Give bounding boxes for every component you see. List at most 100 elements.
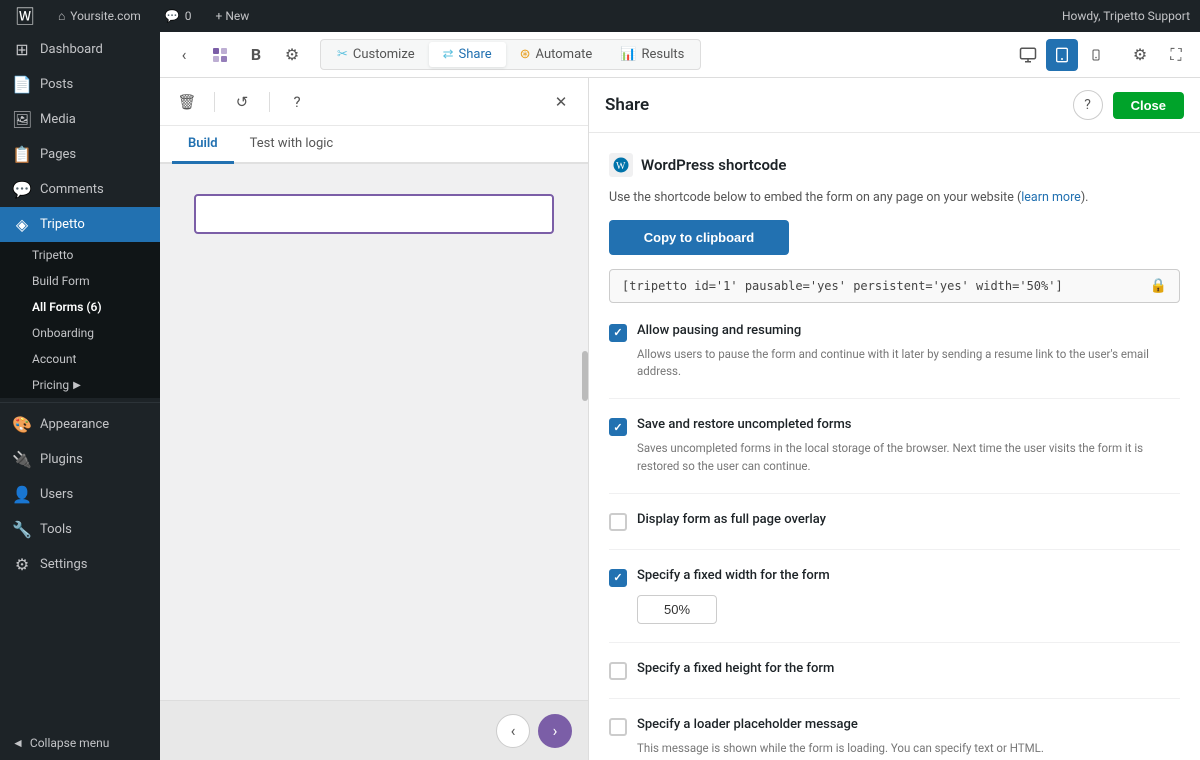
- results-tab[interactable]: 📊 Results: [606, 42, 698, 67]
- checkbox-full-page[interactable]: [609, 513, 627, 531]
- new-content-link[interactable]: + New: [210, 0, 256, 32]
- share-panel: Share ? Close W WordPress shortcode: [588, 78, 1200, 760]
- lock-icon[interactable]: 🔒: [1150, 278, 1167, 294]
- next-icon: ›: [553, 721, 558, 740]
- share-help-button[interactable]: ?: [1073, 90, 1103, 120]
- share-header: Share ? Close: [589, 78, 1200, 133]
- site-link[interactable]: ⌂ Yoursite.com: [52, 0, 147, 32]
- sidebar-item-comments[interactable]: 💬 Comments: [0, 172, 160, 207]
- pricing-arrow-icon: ▶: [73, 380, 81, 391]
- admin-bar: 🅆 ⌂ Yoursite.com 💬 0 + New Howdy, Tripet…: [0, 0, 1200, 32]
- width-input-row: [637, 595, 1180, 624]
- canvas-bottom: ‹ ›: [160, 700, 588, 760]
- option-label-loader-msg: Specify a loader placeholder message: [637, 717, 858, 732]
- prev-page-button[interactable]: ‹: [496, 714, 530, 748]
- customize-tab[interactable]: ✂ Customize: [323, 42, 429, 67]
- checkbox-save-restore[interactable]: [609, 418, 627, 436]
- tablet-icon: [1054, 46, 1070, 64]
- option-label-save-restore: Save and restore uncompleted forms: [637, 417, 851, 432]
- sidebar-item-users[interactable]: 👤 Users: [0, 477, 160, 512]
- learn-more-link[interactable]: learn more: [1021, 190, 1081, 205]
- option-divider-1: [609, 398, 1180, 399]
- share-icon: ⇄: [443, 47, 454, 62]
- undo-button[interactable]: ↺: [227, 87, 257, 117]
- option-desc-save-restore: Saves uncompleted forms in the local sto…: [637, 440, 1180, 475]
- sidebar-item-pricing[interactable]: Pricing ▶: [12, 372, 160, 398]
- checkbox-loader-msg[interactable]: [609, 718, 627, 736]
- tripetto-logo-button[interactable]: [204, 39, 236, 71]
- canvas-content: [160, 164, 588, 700]
- share-tab[interactable]: ⇄ Share: [429, 42, 506, 67]
- appearance-icon: 🎨: [12, 415, 32, 434]
- automate-icon: ⊛: [520, 47, 531, 62]
- media-icon: 🖼: [12, 110, 32, 129]
- checkbox-fixed-height[interactable]: [609, 662, 627, 680]
- dashboard-icon: ⊞: [12, 40, 32, 59]
- sidebar-item-settings[interactable]: ⚙ Settings: [0, 547, 160, 582]
- shortcode-section: W WordPress shortcode Use the shortcode …: [609, 153, 1180, 303]
- builder-button[interactable]: B: [240, 39, 272, 71]
- tablet-view-button[interactable]: [1046, 39, 1078, 71]
- more-settings-button[interactable]: ⚙: [1124, 39, 1156, 71]
- option-divider-2: [609, 493, 1180, 494]
- shortcode-info-text: Use the shortcode below to embed the for…: [609, 189, 1180, 208]
- wp-logo[interactable]: 🅆: [10, 0, 40, 32]
- option-fixed-width: Specify a fixed width for the form: [609, 568, 1180, 624]
- collapse-menu-button[interactable]: ◄ Collapse menu: [0, 726, 160, 760]
- option-divider-4: [609, 642, 1180, 643]
- form-settings-button[interactable]: ⚙: [276, 39, 308, 71]
- canvas-toolbar: 🗑 ↺ ? ✕: [160, 78, 588, 126]
- sidebar-item-posts[interactable]: 📄 Posts: [0, 67, 160, 102]
- tab-build[interactable]: Build: [172, 126, 234, 164]
- svg-text:W: W: [616, 161, 626, 172]
- sidebar-item-pages[interactable]: 📋 Pages: [0, 137, 160, 172]
- form-canvas: 🗑 ↺ ? ✕ Build Te: [160, 78, 588, 760]
- canvas-help-button[interactable]: ?: [282, 87, 312, 117]
- option-divider-3: [609, 549, 1180, 550]
- sidebar-item-onboarding[interactable]: Onboarding: [12, 320, 160, 346]
- width-input[interactable]: [637, 595, 717, 624]
- option-divider-5: [609, 698, 1180, 699]
- checkbox-fixed-width[interactable]: [609, 569, 627, 587]
- sidebar-item-media[interactable]: 🖼 Media: [0, 102, 160, 137]
- sidebar: ⊞ Dashboard 📄 Posts 🖼 Media 📋 Pages 💬 Co…: [0, 32, 160, 760]
- sidebar-item-account[interactable]: Account: [12, 346, 160, 372]
- sidebar-item-build-form[interactable]: Build Form: [12, 268, 160, 294]
- sidebar-item-tripetto[interactable]: ◈ Tripetto: [0, 207, 160, 242]
- option-label-pause-resume: Allow pausing and resuming: [637, 323, 801, 338]
- share-title: Share: [605, 95, 1063, 115]
- shortcode-section-title: WordPress shortcode: [641, 156, 786, 174]
- option-pause-resume: Allow pausing and resuming Allows users …: [609, 323, 1180, 381]
- comments-link[interactable]: 💬 0: [159, 0, 198, 32]
- pages-icon: 📋: [12, 145, 32, 164]
- option-loader-msg: Specify a loader placeholder message Thi…: [609, 717, 1180, 757]
- form-input-preview[interactable]: [194, 194, 554, 234]
- automate-tab[interactable]: ⊛ Automate: [506, 42, 607, 67]
- tab-logic[interactable]: Test with logic: [234, 126, 350, 164]
- desktop-icon: [1019, 46, 1037, 64]
- toolbar-divider-2: [269, 92, 270, 112]
- shortcode-input-row: [tripetto id='1' pausable='yes' persiste…: [609, 269, 1180, 303]
- sidebar-item-appearance[interactable]: 🎨 Appearance: [0, 407, 160, 442]
- delete-block-button[interactable]: 🗑: [172, 87, 202, 117]
- gear-icon: ⚙: [285, 45, 299, 64]
- close-canvas-button[interactable]: ✕: [546, 87, 576, 117]
- checkbox-pause-resume[interactable]: [609, 324, 627, 342]
- desktop-view-button[interactable]: [1012, 39, 1044, 71]
- sidebar-item-tools[interactable]: 🔧 Tools: [0, 512, 160, 547]
- sidebar-item-dashboard[interactable]: ⊞ Dashboard: [0, 32, 160, 67]
- mobile-view-button[interactable]: [1080, 39, 1112, 71]
- plugin-header: ‹ B ⚙ ✂ Customize: [160, 32, 1200, 78]
- copy-to-clipboard-button[interactable]: Copy to clipboard: [609, 220, 789, 255]
- fullscreen-button[interactable]: ⛶: [1160, 39, 1192, 71]
- back-button[interactable]: ‹: [168, 39, 200, 71]
- sidebar-item-tripetto-root[interactable]: Tripetto: [12, 242, 160, 268]
- next-page-button[interactable]: ›: [538, 714, 572, 748]
- share-close-button[interactable]: Close: [1113, 92, 1184, 119]
- mobile-icon: [1090, 46, 1102, 64]
- posts-icon: 📄: [12, 75, 32, 94]
- help-icon: ?: [293, 93, 300, 111]
- sidebar-item-all-forms[interactable]: All Forms (6): [12, 294, 160, 320]
- sidebar-item-plugins[interactable]: 🔌 Plugins: [0, 442, 160, 477]
- vertical-scroll-indicator[interactable]: [582, 351, 588, 401]
